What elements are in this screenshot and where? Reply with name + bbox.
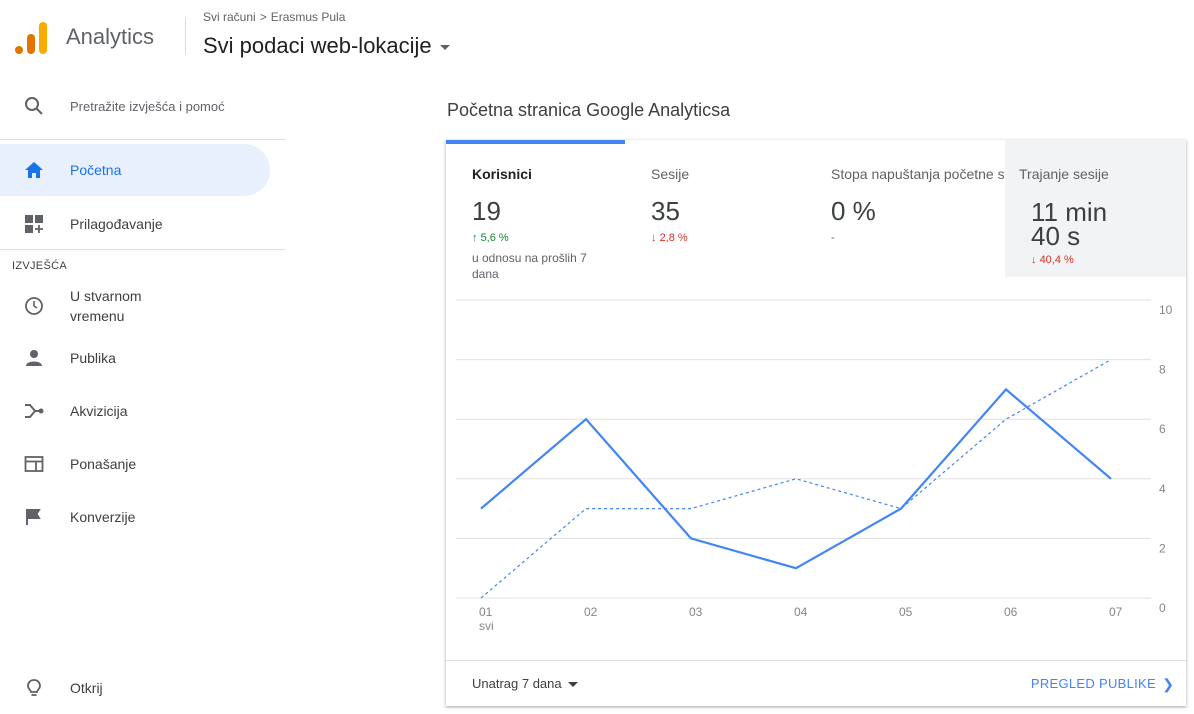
metric-value: 11 min 40 s <box>1031 200 1141 248</box>
x-tick-label: 01 <box>479 605 493 619</box>
search-placeholder[interactable]: Pretražite izvješća i pomoć <box>70 99 225 114</box>
acquisition-icon <box>24 401 44 421</box>
metric-value: 19 <box>472 196 501 227</box>
sidebar-divider <box>0 249 286 250</box>
y-tick-label: 8 <box>1159 363 1166 377</box>
header-divider <box>185 18 186 54</box>
sidebar-item-label: Akvizicija <box>70 401 128 421</box>
metric-change: - <box>831 232 835 244</box>
metric-label: Stopa napuštanja početne stranice <box>831 166 1005 182</box>
caret-down-icon[interactable] <box>440 45 450 50</box>
sidebar-item-label: Publika <box>70 348 116 368</box>
metric-label: Sesije <box>651 166 689 182</box>
breadcrumb-separator: > <box>260 10 267 24</box>
y-tick-label: 6 <box>1159 422 1166 436</box>
property-name[interactable]: Svi podaci web-lokacije <box>203 33 432 59</box>
overview-card: Korisnici 19 ↑ 5,6 % u odnosu na prošlih… <box>446 140 1186 706</box>
sidebar-item-discover[interactable]: Otkrij <box>0 662 270 714</box>
date-range-label[interactable]: Unatrag 7 dana <box>472 676 562 691</box>
metric-value: 35 <box>651 196 680 227</box>
x-tick-label: 02 <box>584 605 598 619</box>
breadcrumb[interactable]: Svi računi > Erasmus Pula <box>203 10 345 24</box>
metric-change-value: 2,8 % <box>660 232 688 244</box>
metric-change-value: 40,4 % <box>1040 254 1074 266</box>
search-box[interactable]: Pretražite izvješća i pomoć <box>0 72 286 138</box>
sidebar-item-behavior[interactable]: Ponašanje <box>0 438 270 490</box>
behavior-icon <box>24 454 44 474</box>
page-title: Početna stranica Google Analyticsa <box>447 100 730 121</box>
sidebar-item-label: Ponašanje <box>70 454 136 474</box>
metric-tab-users[interactable]: Korisnici 19 ↑ 5,6 % u odnosu na prošlih… <box>446 140 625 290</box>
sidebar-item-acquisition[interactable]: Akvizicija <box>0 385 270 437</box>
app-header: Analytics Svi računi > Erasmus Pula Svi po… <box>0 0 1194 72</box>
date-range-selector[interactable]: Unatrag 7 dana <box>472 676 578 691</box>
sidebar-item-realtime[interactable]: U stvarnom vremenu <box>0 279 270 333</box>
sidebar-item-audience[interactable]: Publika <box>0 332 270 384</box>
sidebar-item-conversions[interactable]: Konverzije <box>0 491 270 543</box>
card-footer: Unatrag 7 dana PREGLED PUBLIKE ❯ <box>446 660 1186 706</box>
sidebar-divider <box>0 139 286 140</box>
audience-overview-link[interactable]: PREGLED PUBLIKE <box>1031 676 1156 691</box>
x-tick-sublabel: svi <box>479 619 494 630</box>
metric-tab-sessions[interactable]: Sesije 35 ↓ 2,8 % <box>625 140 805 290</box>
sidebar-item-label: Prilagođavanje <box>70 214 163 234</box>
caret-down-icon[interactable] <box>568 682 578 687</box>
sidebar-item-home[interactable]: Početna <box>0 144 270 196</box>
chevron-right-icon[interactable]: ❯ <box>1162 676 1174 693</box>
sidebar-item-label: U stvarnom vremenu <box>70 286 190 326</box>
x-tick-label: 06 <box>1004 605 1018 619</box>
y-tick-label: 4 <box>1159 482 1166 496</box>
y-tick-label: 0 <box>1159 601 1166 615</box>
sidebar-item-label: Otkrij <box>70 678 103 698</box>
lightbulb-icon <box>24 678 44 698</box>
metric-tab-session-duration[interactable]: Trajanje sesije 11 min 40 s ↓ 40,4 % <box>1005 140 1186 277</box>
y-tick-label: 2 <box>1159 541 1166 555</box>
app-name: Analytics <box>66 24 154 50</box>
person-icon <box>24 348 44 368</box>
metric-change: ↓ 40,4 % <box>1031 254 1074 266</box>
metric-label: Trajanje sesije <box>1019 166 1109 182</box>
sidebar-item-customization[interactable]: Prilagođavanje <box>0 198 270 250</box>
x-tick-label: 04 <box>794 605 808 619</box>
clock-icon <box>24 296 44 316</box>
metric-value: 0 % <box>831 196 876 227</box>
home-icon <box>24 160 44 180</box>
search-icon[interactable] <box>24 96 44 116</box>
metric-change-value: 5,6 % <box>481 232 509 244</box>
dashboard-add-icon <box>24 214 44 234</box>
users-line-chart: 024681001020304050607svi <box>446 290 1186 630</box>
sidebar: Pretražite izvješća i pomoć Početna Pril… <box>0 72 286 706</box>
breadcrumb-account[interactable]: Svi računi <box>203 10 256 24</box>
x-tick-label: 05 <box>899 605 913 619</box>
metric-label: Korisnici <box>472 166 532 182</box>
metric-tab-bounce-rate[interactable]: Stopa napuštanja početne stranice 0 % - <box>805 140 1005 290</box>
reports-section-label: IZVJEŠĆA <box>12 260 67 272</box>
property-selector[interactable]: Svi podaci web-lokacije <box>203 33 450 59</box>
y-tick-label: 10 <box>1159 303 1173 317</box>
metric-comparison: u odnosu na prošlih 7 dana <box>472 250 612 282</box>
metric-change: ↓ 2,8 % <box>651 232 688 244</box>
sidebar-item-label: Početna <box>70 160 121 180</box>
metric-change: ↑ 5,6 % <box>472 232 509 244</box>
analytics-logo-icon[interactable] <box>14 20 48 54</box>
sidebar-item-label: Konverzije <box>70 507 135 527</box>
flag-icon <box>24 507 44 527</box>
breadcrumb-property[interactable]: Erasmus Pula <box>271 10 346 24</box>
x-tick-label: 07 <box>1109 605 1123 619</box>
x-tick-label: 03 <box>689 605 703 619</box>
